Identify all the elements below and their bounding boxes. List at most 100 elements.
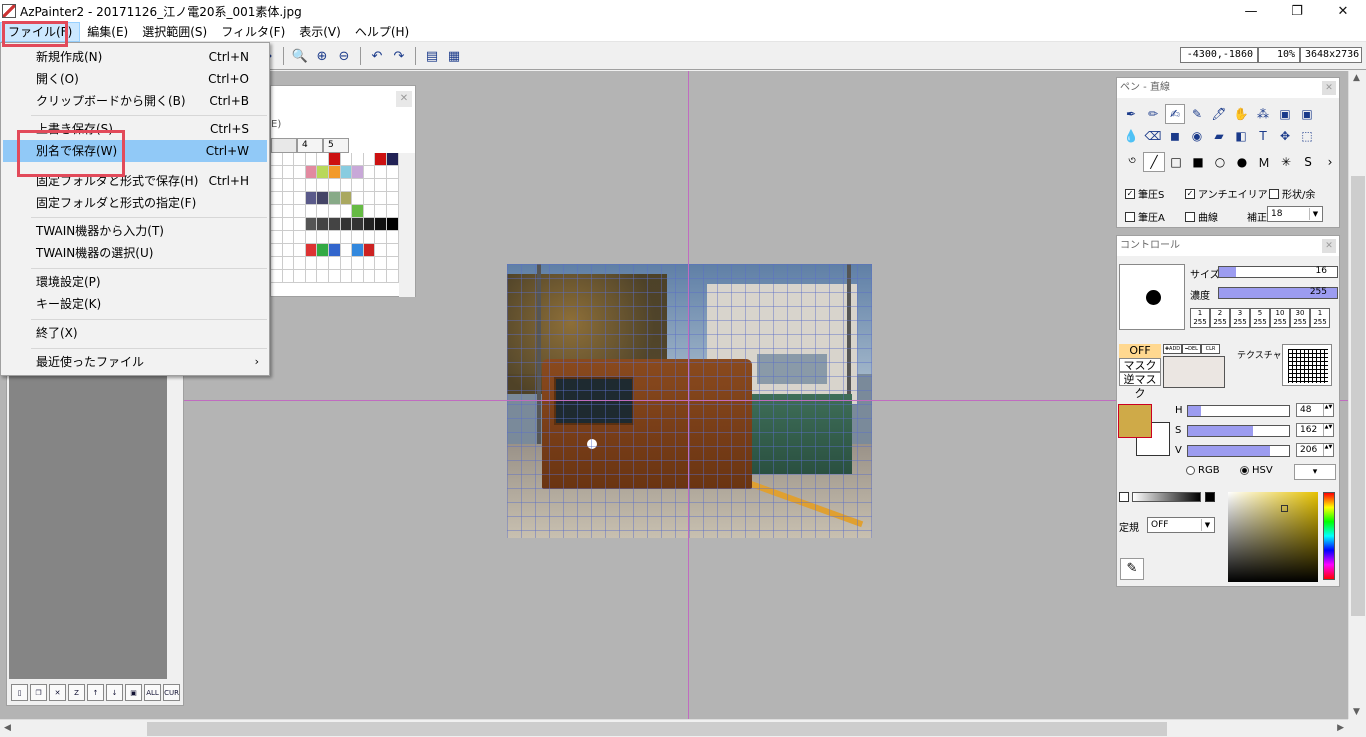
pressure-a-checkbox[interactable]: 筆圧A <box>1125 209 1165 224</box>
spline-icon[interactable]: S <box>1297 152 1319 172</box>
white-swatch[interactable] <box>1119 492 1129 502</box>
layer-scrollbar[interactable] <box>169 373 183 679</box>
scroll-right-icon[interactable]: ▶ <box>1337 723 1344 733</box>
zoom-icon[interactable]: 🔍 <box>291 47 309 65</box>
sharpen-icon[interactable]: ◉ <box>1187 126 1207 146</box>
menu-filter[interactable]: フィルタ(F) <box>214 22 292 42</box>
palette-swatch[interactable] <box>317 153 329 166</box>
rule-select[interactable]: OFF ▼ <box>1147 517 1215 533</box>
palette-swatch[interactable] <box>282 205 295 218</box>
palette-swatch[interactable] <box>352 205 364 218</box>
rgb-radio[interactable]: RGB <box>1186 465 1220 476</box>
scroll-down-icon[interactable]: ▼ <box>1353 707 1360 717</box>
palette-swatch[interactable] <box>375 179 387 192</box>
palette-swatch[interactable] <box>294 153 306 166</box>
hsv-radio[interactable]: HSV <box>1240 465 1273 476</box>
palette-swatch[interactable] <box>271 205 283 218</box>
palette-swatch[interactable] <box>317 270 329 283</box>
mask-clear-button[interactable]: CLR <box>1201 344 1220 354</box>
palette-swatch[interactable] <box>340 244 353 257</box>
horizontal-scrollbar[interactable]: ◀ ▶ <box>0 719 1348 737</box>
minimize-button[interactable]: — <box>1228 0 1274 22</box>
palette-swatch[interactable] <box>340 192 353 205</box>
palette-swatch[interactable] <box>340 218 353 231</box>
palette-swatch[interactable] <box>271 270 283 283</box>
black-swatch[interactable] <box>1205 492 1215 502</box>
menu-item-preferences[interactable]: 環境設定(P) <box>3 271 267 293</box>
menu-help[interactable]: ヘルプ(H) <box>348 22 416 42</box>
undo-icon[interactable]: ↶ <box>368 47 386 65</box>
menu-item-recent-files[interactable]: 最近使ったファイル › <box>3 351 267 373</box>
filled-circle-icon[interactable]: ● <box>1231 152 1253 172</box>
palette-swatch[interactable] <box>386 205 399 218</box>
palette-close-icon[interactable]: ✕ <box>396 91 412 107</box>
palette-swatch[interactable] <box>305 231 318 244</box>
stamp-icon[interactable]: ▣ <box>1275 104 1295 124</box>
texture-preview[interactable] <box>1282 344 1332 386</box>
palette-swatch[interactable] <box>294 257 306 270</box>
reverse-mask-button[interactable]: 逆マスク <box>1119 372 1161 400</box>
palette-swatch[interactable] <box>305 153 318 166</box>
palette-swatch[interactable] <box>271 192 283 205</box>
palette-swatch[interactable] <box>386 153 399 166</box>
palette-swatch[interactable] <box>294 192 306 205</box>
palette-swatch[interactable] <box>340 179 353 192</box>
layer-combine-icon[interactable]: ▣ <box>125 684 142 701</box>
size-slider[interactable]: 16 <box>1218 266 1338 278</box>
preset-button[interactable]: 1 255 <box>1190 308 1210 328</box>
palette-swatch[interactable] <box>375 270 387 283</box>
hue-bar[interactable] <box>1323 492 1335 580</box>
scroll-left-icon[interactable]: ◀ <box>4 723 11 733</box>
s-slider[interactable] <box>1187 425 1290 437</box>
palette-swatches[interactable] <box>271 153 399 283</box>
marker-icon[interactable]: 🖊 <box>1209 104 1229 124</box>
palette-swatch[interactable] <box>282 270 295 283</box>
scatter-icon[interactable]: ⁂ <box>1253 104 1273 124</box>
palette-swatch[interactable] <box>340 153 353 166</box>
palette-swatch[interactable] <box>352 192 364 205</box>
palette-swatch[interactable] <box>317 231 329 244</box>
palette-swatch[interactable] <box>375 153 387 166</box>
palette-swatch[interactable] <box>340 205 353 218</box>
palette-swatch[interactable] <box>375 192 387 205</box>
mask-off-button[interactable]: OFF <box>1119 344 1161 358</box>
palette-swatch[interactable] <box>271 179 283 192</box>
pencil-icon[interactable]: ✏ <box>1143 104 1163 124</box>
palette-swatch[interactable] <box>317 205 329 218</box>
palette-swatch[interactable] <box>294 179 306 192</box>
palette-swatch[interactable] <box>305 257 318 270</box>
h-value-input[interactable]: 48 ▲▼ <box>1296 403 1334 417</box>
palette-swatch[interactable] <box>352 153 364 166</box>
menu-view[interactable]: 表示(V) <box>292 22 348 42</box>
pen-icon[interactable]: ✒ <box>1121 104 1141 124</box>
palette-swatch[interactable] <box>294 218 306 231</box>
close-button[interactable]: ✕ <box>1320 0 1366 22</box>
menu-item-twain-input[interactable]: TWAIN機器から入力(T) <box>3 220 267 242</box>
canvas-image[interactable] <box>507 264 872 538</box>
correction-select[interactable]: 18 ▼ <box>1267 206 1323 222</box>
preset-button[interactable]: 1 255 <box>1310 308 1330 328</box>
palette-swatch[interactable] <box>386 257 399 270</box>
redo-icon[interactable]: ↷ <box>390 47 408 65</box>
circle-icon[interactable]: ○ <box>1209 152 1231 172</box>
horizontal-scroll-thumb[interactable] <box>147 722 1167 736</box>
palette-scrollbar[interactable] <box>399 153 415 297</box>
palette-swatch[interactable] <box>340 231 353 244</box>
palette-swatch[interactable] <box>282 153 295 166</box>
filled-rectangle-icon[interactable]: ■ <box>1187 152 1209 172</box>
palette-tab-5[interactable]: 5 <box>323 138 349 153</box>
palette-swatch[interactable] <box>340 270 353 283</box>
palette-swatch[interactable] <box>363 153 376 166</box>
palette-swatch[interactable] <box>282 244 295 257</box>
palette-swatch[interactable] <box>328 166 341 179</box>
palette-swatch[interactable] <box>271 166 283 179</box>
palette-swatch[interactable] <box>363 218 376 231</box>
palette-swatch[interactable] <box>305 244 318 257</box>
mask-add-button[interactable]: ✚ADD <box>1163 344 1182 354</box>
palette-swatch[interactable] <box>375 257 387 270</box>
palette-swatch[interactable] <box>375 205 387 218</box>
saturation-value-picker[interactable] <box>1228 492 1318 582</box>
v-slider[interactable] <box>1187 445 1290 457</box>
zoom-out-icon[interactable]: ⊖ <box>335 47 353 65</box>
vertical-scrollbar[interactable]: ▲ ▼ <box>1348 71 1366 719</box>
